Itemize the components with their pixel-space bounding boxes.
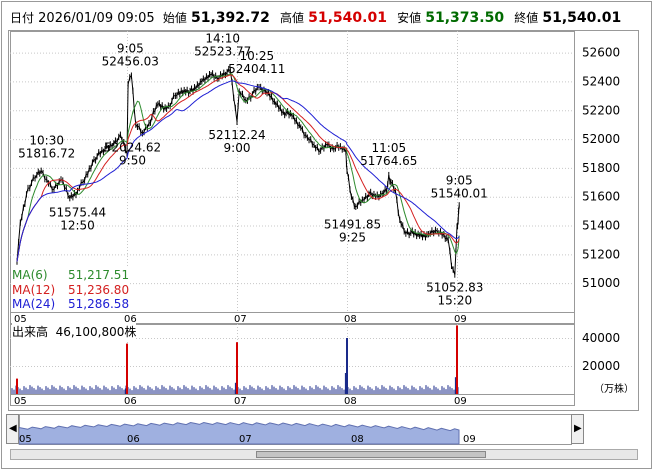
annotation-time: 9:50 (119, 154, 146, 168)
price-tick-label: 52000 (582, 132, 620, 146)
volume-value: 46,100,800株 (55, 325, 137, 339)
chart-window: 51000 51200 51400 51600 51800 52000 52200 52400… (0, 0, 653, 470)
ma12-legend: MA(12) 51,236.80 (12, 282, 130, 297)
annotation-time: 10:25 (240, 49, 275, 63)
annotation-value: 51052.83 (426, 281, 483, 295)
volume-label: 出来高 46,100,800株 (12, 323, 137, 340)
volume-day-label: 05 (14, 396, 27, 407)
low-label: 安値 (397, 11, 422, 25)
day-label: 07 (234, 314, 247, 325)
chart-canvas: 51000 51200 51400 51600 51800 52000 52200 52400… (1, 1, 652, 469)
annotation-value: 51764.65 (360, 154, 417, 168)
price-tick-label: 52600 (582, 46, 620, 60)
annotation-value: 52404.11 (228, 62, 285, 76)
open-label: 始値 (162, 11, 187, 25)
volume-day-strip (10, 394, 575, 406)
annotation-value: 51540.01 (431, 186, 488, 200)
arrow-left-icon: ◀ (9, 423, 17, 434)
scrollbar-thumb[interactable] (256, 451, 486, 458)
annotation-time: 11:05 (372, 141, 407, 155)
volume-spike-bar (236, 342, 238, 394)
annotation-value: 51816.72 (18, 146, 75, 160)
volume-tick-label: 40000 (582, 331, 620, 345)
annotation-time: 9:25 (339, 230, 366, 244)
volume-spike-bar (456, 325, 458, 394)
moving-average-legend: MA(6) 51,217.51 MA(12) 51,236.80 MA(24) 51,… (12, 268, 130, 312)
overview-day-label: 09 (463, 434, 476, 445)
volume-unit: （万株） (594, 382, 634, 395)
annotation-time: 9:00 (224, 141, 251, 155)
day-strip (10, 312, 575, 324)
high-label: 高値 (279, 11, 304, 25)
close-label: 終値 (514, 11, 539, 25)
annotation-value: 51491.85 (324, 217, 381, 231)
close-value: 51,540.01 (542, 10, 622, 26)
overview-day-label: 08 (351, 434, 364, 445)
ohlc-header: 日付 2026/01/09 09:05 始値 51,392.72 高値 51,5… (10, 7, 627, 29)
annotation-time: 12:50 (60, 218, 95, 232)
arrow-right-icon: ▶ (574, 423, 582, 434)
day-label: 09 (454, 314, 467, 325)
annotation-time: 9:05 (446, 173, 473, 187)
price-tick-label: 52400 (582, 74, 620, 88)
low-value: 51,373.50 (425, 10, 505, 26)
price-tick-label: 51000 (582, 276, 620, 290)
price-tick-label: 51800 (582, 161, 620, 175)
volume-day-label: 06 (124, 396, 137, 407)
volume-day-label: 07 (234, 396, 247, 407)
overview-day-label: 07 (239, 434, 252, 445)
date-label: 日付 (10, 11, 35, 25)
annotation-value: 52456.03 (102, 54, 159, 68)
annotation-value: 52112.24 (208, 128, 265, 142)
annotation-time: 15:20 (438, 294, 473, 308)
annotation-value: 52024.62 (104, 141, 161, 155)
volume-spike-bar (126, 343, 128, 394)
annotation-time: 14:10 (205, 32, 240, 46)
price-tick-label: 51400 (582, 219, 620, 233)
ma6-legend: MA(6) 51,217.51 (12, 268, 130, 282)
price-tick-label: 52200 (582, 103, 620, 117)
overview-day-label: 06 (127, 434, 140, 445)
annotation-value: 51575.44 (49, 205, 106, 219)
overview-day-label: 05 (19, 434, 32, 445)
day-label: 08 (344, 314, 357, 325)
datetime-value: 2026/01/09 09:05 (38, 11, 155, 26)
volume-spike-bar (16, 378, 18, 394)
annotation-time: 10:30 (29, 133, 64, 147)
price-tick-label: 51600 (582, 190, 620, 204)
price-tick-label: 51200 (582, 247, 620, 261)
horizontal-scrollbar[interactable] (10, 449, 638, 460)
scroll-left-button[interactable]: ◀ (6, 414, 19, 444)
volume-tick-label: 20000 (582, 359, 620, 373)
volume-day-label: 09 (454, 396, 467, 407)
volume-day-label: 08 (344, 396, 357, 407)
high-value: 51,540.01 (308, 10, 387, 26)
volume-spike-bar (346, 338, 348, 394)
scroll-right-button[interactable]: ▶ (571, 414, 584, 444)
open-value: 51,392.72 (190, 10, 270, 26)
annotation-time: 9:05 (117, 41, 144, 55)
ma24-legend: MA(24) 51,286.58 (12, 297, 130, 311)
